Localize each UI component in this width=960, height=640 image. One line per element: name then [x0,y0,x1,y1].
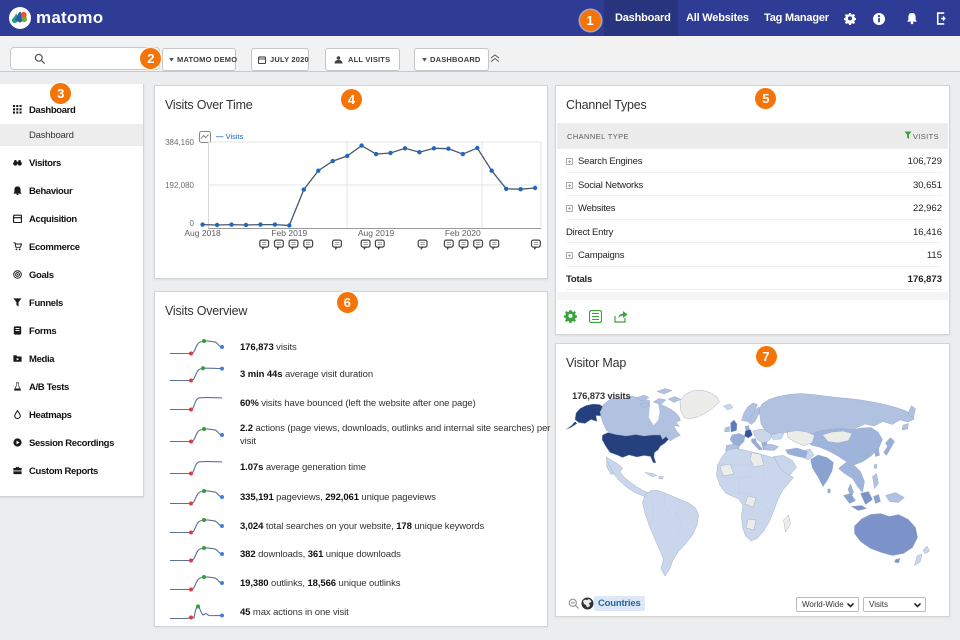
svg-text:Aug 2018: Aug 2018 [184,228,221,238]
svg-text:Aug 2019: Aug 2019 [358,228,395,238]
svg-text:Feb 2020: Feb 2020 [445,228,481,238]
svg-text:192,080: 192,080 [165,181,194,190]
svg-text:384,160: 384,160 [165,138,194,147]
svg-text:Feb 2019: Feb 2019 [271,228,307,238]
svg-text:0: 0 [190,219,195,228]
